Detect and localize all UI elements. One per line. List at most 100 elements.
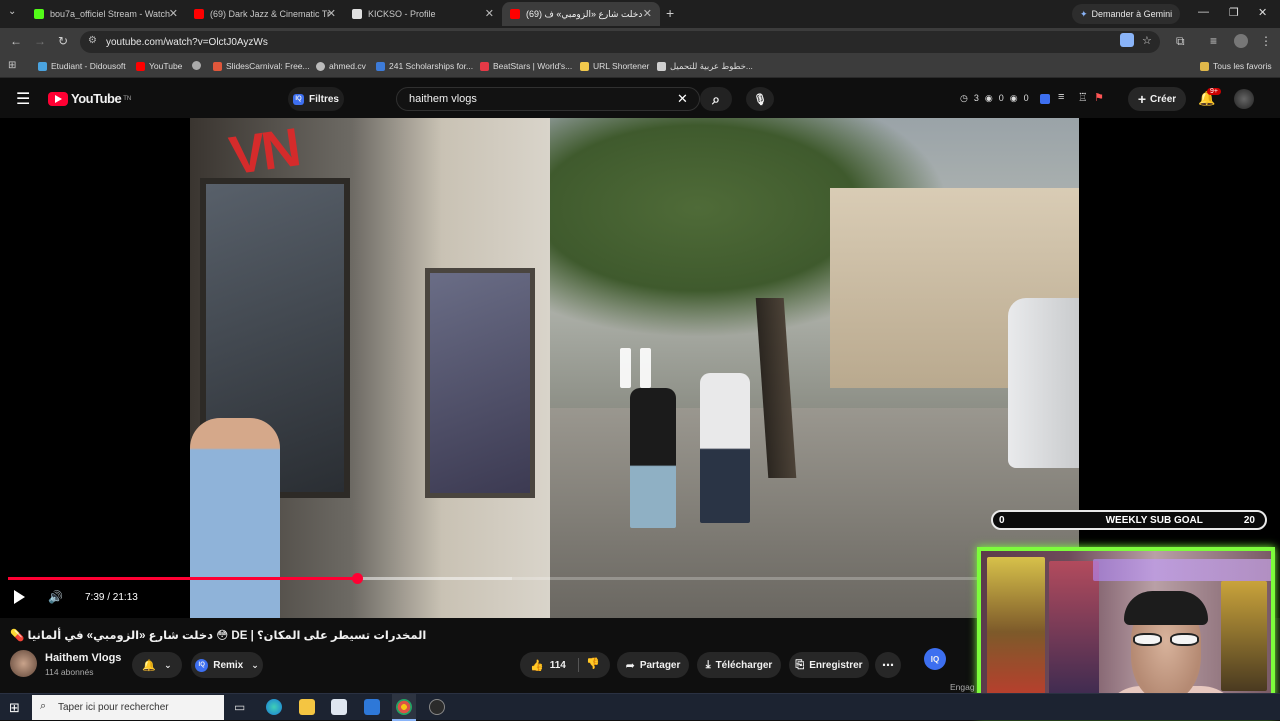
engage-label: Engag: [950, 682, 975, 692]
bookmark-icon: ⎘: [795, 658, 805, 671]
tab-title: bou7a_officiel Stream - Watch L: [50, 9, 170, 19]
video-scene-window: [425, 268, 535, 498]
progress-bar[interactable]: [8, 573, 978, 584]
extensions-icon[interactable]: ⧉: [1176, 34, 1185, 49]
bookmark-star-icon[interactable]: ☆: [1142, 34, 1152, 47]
forward-icon[interactable]: →: [34, 34, 46, 48]
video-player[interactable]: VN 0 WEEKLY SUB GOAL 20 🔊 7:39 / 21:13: [0, 118, 1280, 618]
windows-taskbar: ⊞ ⌕ Taper ici pour rechercher ▭: [0, 693, 1280, 721]
youtube-play-logo-icon: [48, 91, 68, 106]
bookmark-favicon-icon: [376, 61, 385, 71]
back-icon[interactable]: ←: [10, 34, 22, 48]
taskbar-search-input[interactable]: ⌕ Taper ici pour rechercher: [32, 695, 224, 720]
browser-toolbar: ← → ↻ ⚙ youtube.com/watch?v=OlctJ0AyzWs …: [0, 28, 1280, 56]
progress-played: [8, 577, 358, 580]
new-tab-icon[interactable]: +: [666, 5, 674, 21]
task-view-icon[interactable]: ▭: [234, 700, 245, 714]
store-icon[interactable]: [331, 699, 347, 715]
volume-icon[interactable]: 🔊: [48, 590, 63, 604]
download-button[interactable]: ⤓ Télécharger: [697, 652, 781, 678]
window-close-icon[interactable]: ✕: [1258, 6, 1267, 19]
bookmark-unnamed[interactable]: [192, 61, 205, 70]
iq-extension-icon[interactable]: [1040, 94, 1050, 104]
save-label: Enregistrer: [809, 659, 863, 671]
filters-button[interactable]: IQ Filtres: [288, 87, 344, 111]
profile-avatar[interactable]: [1234, 34, 1248, 48]
webcam-streamer-glasses: [1133, 633, 1199, 647]
subscription-bell-button[interactable]: 🔔 ⌄: [132, 652, 182, 678]
pause-overlay-icon[interactable]: [620, 348, 652, 388]
thumbs-up-icon[interactable]: 👍: [530, 659, 544, 672]
bookmark-didousoft[interactable]: Etudiant - Didousoft: [38, 61, 126, 71]
youtube-logo[interactable]: YouTube TN: [48, 91, 131, 106]
edge-icon[interactable]: [266, 699, 282, 715]
bookmark-slidescarnival[interactable]: SlidesCarnival: Free...: [213, 61, 310, 71]
close-icon[interactable]: ✕: [169, 7, 178, 20]
channel-avatar[interactable]: [10, 650, 37, 677]
minimize-icon[interactable]: —: [1198, 6, 1209, 18]
bookmark-label: SlidesCarnival: Free...: [226, 61, 310, 71]
tab-zombie-street-active[interactable]: (69) دخلت شارع «الزومبي» ف ✕: [502, 2, 660, 26]
media-controls-icon[interactable]: ≡: [1210, 34, 1217, 48]
webcam-poster: [987, 557, 1045, 707]
all-favorites[interactable]: Tous les favoris: [1200, 61, 1272, 71]
reload-icon[interactable]: ↻: [58, 34, 68, 48]
gemini-star-icon: ✦: [1080, 8, 1088, 19]
tab-kick-stream[interactable]: bou7a_officiel Stream - Watch L ✕: [26, 2, 186, 26]
like-count[interactable]: 114: [550, 660, 566, 671]
video-scene-man: [190, 418, 280, 618]
stat-value: 3: [973, 93, 979, 103]
more-actions-button[interactable]: ⋯: [875, 652, 901, 678]
clear-search-icon[interactable]: ✕: [677, 91, 688, 107]
file-explorer-icon[interactable]: [299, 699, 315, 715]
channel-name[interactable]: Haithem Vlogs: [45, 652, 121, 664]
like-dislike-group: 👍 114 👎: [520, 652, 610, 678]
account-avatar[interactable]: [1234, 89, 1254, 109]
share-icon: ➦: [625, 659, 635, 672]
youtube-header: ☰ YouTube TN IQ Filtres haithem vlogs ✕ …: [0, 80, 1280, 118]
windows-start-icon[interactable]: ⊞: [9, 700, 20, 716]
close-icon[interactable]: ✕: [485, 7, 494, 20]
bookmark-youtube[interactable]: YouTube: [136, 61, 182, 71]
share-button[interactable]: ➦ Partager: [617, 652, 689, 678]
trophy-icon[interactable]: ♖: [1078, 91, 1088, 104]
address-bar[interactable]: ⚙ youtube.com/watch?v=OlctJ0AyzWs ☆: [80, 31, 1160, 53]
restore-icon[interactable]: ❐: [1229, 6, 1239, 19]
mail-icon[interactable]: [364, 699, 380, 715]
app-icon[interactable]: [429, 699, 445, 715]
thumbs-down-icon[interactable]: 👎: [586, 657, 600, 670]
translate-icon[interactable]: [1120, 33, 1134, 47]
hamburger-menu-icon[interactable]: ☰: [16, 89, 30, 109]
tab-search-icon[interactable]: ⌄: [8, 6, 16, 17]
bookmark-scholarships[interactable]: 241 Scholarships for...: [376, 61, 473, 71]
create-button[interactable]: + Créer: [1128, 87, 1186, 111]
bookmark-ahmed-cv[interactable]: ahmed.cv: [316, 61, 366, 71]
close-icon[interactable]: ✕: [643, 7, 652, 20]
all-favorites-label: Tous les favoris: [1213, 61, 1272, 71]
bookmark-arabic-fonts[interactable]: خطوط عربية للتحميل...: [657, 61, 753, 72]
bookmark-beatstars[interactable]: BeatStars | World's...: [480, 61, 572, 71]
folder-icon: [580, 61, 589, 71]
search-input[interactable]: haithem vlogs ✕: [396, 87, 700, 111]
youtube-favicon-icon: [510, 9, 520, 19]
ask-gemini-button[interactable]: ✦ Demander à Gemini: [1072, 4, 1181, 24]
filter-lines-icon[interactable]: ≡: [1058, 91, 1064, 103]
bookmark-url-shortener[interactable]: URL Shortener: [580, 61, 649, 71]
remix-button[interactable]: IQ Remix ⌄: [191, 652, 263, 678]
save-button[interactable]: ⎘ Enregistrer: [789, 652, 869, 678]
voice-search-button[interactable]: 🎙: [746, 87, 774, 111]
menu-kebab-icon[interactable]: ⋮: [1260, 34, 1272, 48]
tab-kickso-profile[interactable]: KICKSO - Profile ✕: [344, 2, 502, 26]
tab-dark-jazz[interactable]: (69) Dark Jazz & Cinematic Trip ✕: [186, 2, 344, 26]
play-icon[interactable]: [14, 590, 25, 604]
stat-value: 0: [998, 93, 1004, 103]
site-info-icon[interactable]: ⚙: [88, 35, 97, 46]
alert-icon[interactable]: ⚑: [1094, 91, 1104, 104]
apps-grid-icon[interactable]: ⊞: [8, 60, 16, 71]
taskbar-search-placeholder: Taper ici pour rechercher: [58, 702, 169, 713]
chrome-active-indicator: [392, 694, 416, 721]
close-icon[interactable]: ✕: [327, 7, 336, 20]
webcam-poster: [1049, 561, 1099, 701]
search-button[interactable]: ⌕: [700, 87, 732, 111]
iq-side-icon[interactable]: IQ: [924, 648, 946, 670]
